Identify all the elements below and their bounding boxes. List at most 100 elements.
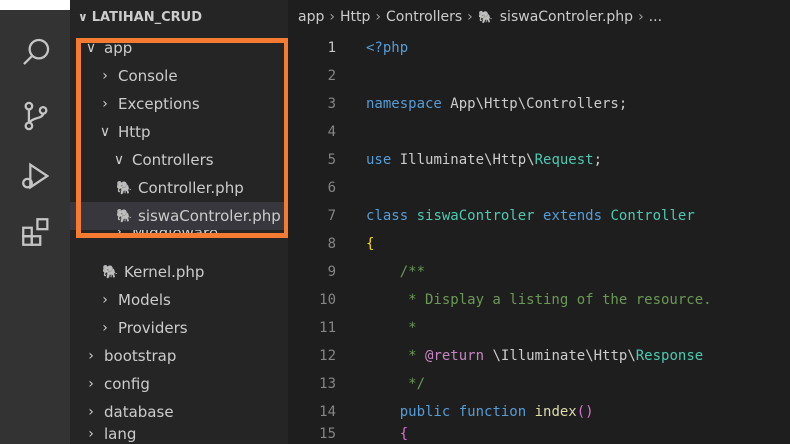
chevron-right-icon: › [375,9,381,25]
code-token: use [366,152,392,168]
explorer-header[interactable]: ∨ LATIHAN_CRUD [70,0,288,34]
code-token: namespace [366,96,442,112]
code-token: \Illuminate\Http\ [484,348,636,364]
chevron-right-icon: › [88,426,94,442]
tree-item-config[interactable]: › config [70,370,288,398]
line-number: 3 [327,96,336,112]
code-token: siswaControler [408,208,544,224]
tree-item-bootstrap[interactable]: › bootstrap [70,342,288,370]
tree-item-controller-php[interactable]: 🐘 Controller.php [70,174,288,202]
chevron-down-icon: ∨ [99,124,111,140]
tree-item-label: config [104,375,150,393]
code-line: 14 public function index() [288,398,790,426]
chevron-right-icon: › [638,9,644,25]
line-number: 14 [319,404,336,420]
tree-item-controllers[interactable]: ∨ Controllers [70,146,288,174]
code-token: index [534,404,577,420]
tree-item-label: Exceptions [118,95,200,113]
code-line: 10 * Display a listing of the resource. [288,286,790,314]
chevron-down-icon: ∨ [78,10,88,24]
search-icon[interactable] [16,32,56,72]
tree-item-models[interactable]: › Models [70,286,288,314]
tree-item-console[interactable]: › Console [70,62,288,90]
tree-item-middleware[interactable]: › Middleware [70,230,288,248]
code-token: Controller [602,208,695,224]
line-number: 6 [327,180,336,196]
source-control-icon[interactable] [16,96,56,136]
code-token: <?php [366,40,409,56]
run-debug-icon[interactable] [16,156,56,196]
code-editor[interactable]: app › Http › Controllers › 🐘 siswaContro… [288,0,790,444]
project-title: LATIHAN_CRUD [91,9,203,25]
breadcrumb-item[interactable]: Controllers [386,9,462,25]
tree-item-database[interactable]: › database [70,398,288,426]
code-token: public [399,404,451,420]
code-line: 6 [288,174,790,202]
breadcrumb: app › Http › Controllers › 🐘 siswaContro… [288,0,790,34]
extensions-icon[interactable] [16,212,56,252]
code-token: @return [425,348,485,364]
code-token: * [366,348,426,364]
code-line: 8{ [288,230,790,258]
tree-item-lang[interactable]: › lang [70,424,288,444]
php-elephant-icon: 🐘 [102,264,119,280]
code-line: 1 <?php [288,34,790,62]
code-token: function [450,404,535,420]
code-token: /** [366,264,426,280]
code-token: class [366,208,409,224]
breadcrumb-item[interactable]: app [298,9,324,25]
chevron-right-icon: › [88,348,94,364]
line-number: 8 [327,236,336,252]
line-number: 5 [327,152,336,168]
tree-item-siswacontroler-php[interactable]: 🐘 siswaControler.php [70,202,288,230]
breadcrumb-item[interactable]: siswaControler.php [500,9,633,25]
line-number: 4 [327,124,336,140]
code-line: 12 * @return \Illuminate\Http\ Response [288,342,790,370]
code-token: { [366,236,375,252]
code-token: () [576,404,594,420]
chevron-right-icon: › [88,404,94,420]
tree-item-kernel-php[interactable]: 🐘 Kernel.php [70,258,288,286]
tree-item-label: Controllers [132,151,214,169]
code-token: ; [593,152,603,168]
line-number: 1 [327,40,336,56]
chevron-down-icon: ∨ [113,152,125,168]
code-line: 11 * [288,314,790,342]
line-number: 15 [319,426,336,442]
tree-item-exceptions[interactable]: › Exceptions [70,90,288,118]
tree-item-label: database [104,403,174,421]
tree-item-label: siswaControler.php [138,207,281,225]
line-number: 12 [319,348,336,364]
code-token: Response [635,348,704,364]
code-token: */ [366,376,426,392]
line-number: 11 [319,320,336,336]
tree-item-label: Http [118,123,151,141]
code-token: extends [543,208,603,224]
code-line: 7 class siswaControler extends Controller [288,202,790,230]
tree-item-label: Kernel.php [124,263,205,281]
chevron-down-icon: ∨ [85,40,97,56]
tree-item-label: Middleware [132,230,219,242]
tree-item-label: lang [104,425,137,443]
activity-bar [0,0,70,444]
tree-item-label: app [104,39,133,57]
tree-item-label: Models [118,291,171,309]
code-token: * [366,320,417,336]
tree-item-app[interactable]: ∨ app [70,34,288,62]
breadcrumb-item[interactable]: Http [340,9,370,25]
chevron-right-icon: › [102,96,108,112]
tree-item-providers[interactable]: › Providers [70,314,288,342]
tree-item-label: Controller.php [138,179,244,197]
top-strip [0,0,70,10]
chevron-right-icon: › [102,320,108,336]
breadcrumb-item[interactable]: ... [649,9,662,25]
code-line: 4 [288,118,790,146]
tree-item-label: Console [118,67,178,85]
code-line: 15 { [288,424,790,444]
tree-item-http[interactable]: ∨ Http [70,118,288,146]
tree-item-label: Providers [118,319,188,337]
tree-item-label: bootstrap [104,347,177,365]
code-line: 5 use Illuminate\Http\ Request; [288,146,790,174]
chevron-right-icon: › [88,376,94,392]
